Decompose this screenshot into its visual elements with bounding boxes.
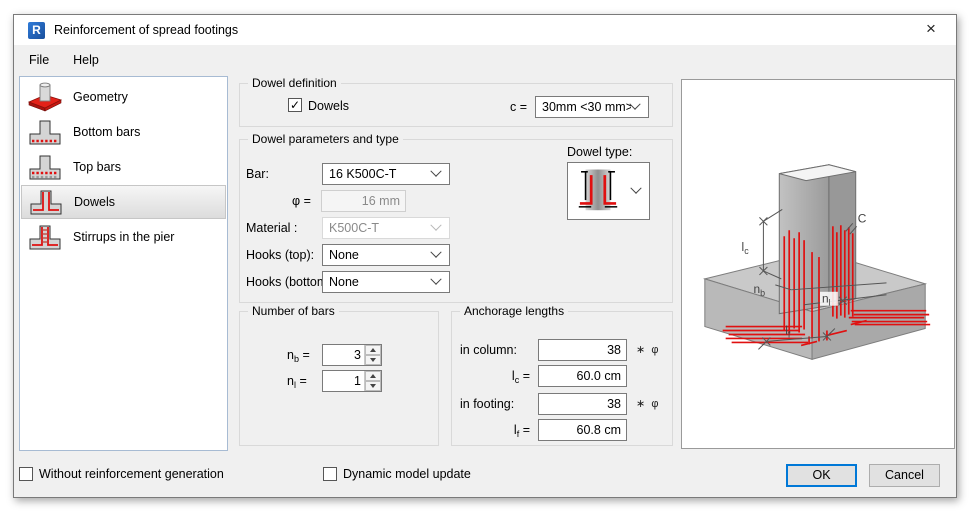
chevron-down-icon xyxy=(629,98,641,110)
group-number-of-bars: Number of bars nb = 3 nl = 1 xyxy=(239,304,439,446)
group-title: Anchorage lengths xyxy=(460,304,569,318)
chevron-down-icon xyxy=(430,165,442,177)
hooks-bottom-select[interactable]: None xyxy=(322,271,450,293)
cancel-button[interactable]: Cancel xyxy=(869,464,940,487)
sidebar-item-label: Geometry xyxy=(73,90,128,104)
chevron-down-icon xyxy=(430,246,442,258)
sidebar-item-stirrups[interactable]: Stirrups in the pier xyxy=(21,220,226,254)
group-dowel-definition: Dowel definition ✓ Dowels c = 30mm <30 m… xyxy=(239,76,673,127)
menu-file[interactable]: File xyxy=(20,48,58,72)
menu-help[interactable]: Help xyxy=(64,48,108,72)
dowel-type-select[interactable] xyxy=(567,162,650,220)
lf-field[interactable]: 60.8 cm xyxy=(538,419,627,441)
footing-preview-panel: lc C nb nl lf xyxy=(681,79,955,449)
hooks-top-value: None xyxy=(329,248,359,262)
chevron-down-icon xyxy=(430,219,442,231)
cover-select[interactable]: 30mm <30 mm> xyxy=(535,96,649,118)
material-select-value: K500C-T xyxy=(329,221,380,235)
dowels-icon xyxy=(30,190,62,215)
chevron-down-icon xyxy=(430,273,442,285)
lf-label: lf = xyxy=(513,423,530,439)
sidebar-item-geometry[interactable]: Geometry xyxy=(21,80,226,114)
without-reinforcement-checkbox[interactable] xyxy=(19,467,33,481)
dowels-checkbox-label: Dowels xyxy=(308,99,349,113)
nl-label: nl = xyxy=(287,374,307,390)
phi-label: φ = xyxy=(292,194,311,208)
hooks-bottom-value: None xyxy=(329,275,359,289)
c-dim-label: C xyxy=(858,211,867,225)
material-select: K500C-T xyxy=(322,217,450,239)
geometry-icon xyxy=(27,82,63,112)
close-icon[interactable]: × xyxy=(920,18,942,40)
category-list: Geometry Bottom bars Top bars Dowels Sti… xyxy=(19,76,228,451)
bar-select[interactable]: 16 K500C-T xyxy=(322,163,450,185)
ok-button[interactable]: OK xyxy=(786,464,857,487)
dynamic-model-update-label: Dynamic model update xyxy=(343,467,471,481)
material-label: Material : xyxy=(246,221,298,235)
nl-increment-button[interactable] xyxy=(365,371,381,381)
cover-select-value: 30mm <30 mm> xyxy=(542,100,631,114)
dowel-type-icon xyxy=(578,169,618,211)
in-column-field[interactable]: 38 xyxy=(538,339,627,361)
nl-spinner[interactable]: 1 xyxy=(322,370,382,392)
diameter-field: 16 mm xyxy=(321,190,406,212)
lc-dim-label: lc xyxy=(742,240,750,256)
sidebar-item-dowels[interactable]: Dowels xyxy=(21,185,226,219)
bar-label: Bar: xyxy=(246,167,269,181)
group-title: Dowel definition xyxy=(248,76,341,90)
nb-decrement-button[interactable] xyxy=(365,355,381,365)
dynamic-model-update-checkbox[interactable] xyxy=(323,467,337,481)
nl-decrement-button[interactable] xyxy=(365,381,381,391)
without-reinforcement-label: Without reinforcement generation xyxy=(39,467,224,481)
sidebar-item-top-bars[interactable]: Top bars xyxy=(21,150,226,184)
nb-spinner[interactable]: 3 xyxy=(322,344,382,366)
group-title: Number of bars xyxy=(248,304,339,318)
hooks-top-select[interactable]: None xyxy=(322,244,450,266)
nl-value: 1 xyxy=(354,374,361,388)
title-bar: R Reinforcement of spread footings × xyxy=(14,15,956,45)
times-phi-suffix: ∗ φ xyxy=(636,344,659,356)
lc-field[interactable]: 60.0 cm xyxy=(538,365,627,387)
in-footing-label: in footing: xyxy=(460,397,515,411)
sidebar-item-label: Stirrups in the pier xyxy=(73,230,175,244)
window-title: Reinforcement of spread footings xyxy=(54,23,239,37)
bar-select-value: 16 K500C-T xyxy=(329,167,397,181)
dowels-checkbox[interactable]: ✓ xyxy=(288,98,302,112)
sidebar-item-label: Bottom bars xyxy=(73,125,141,139)
robot-app-icon: R xyxy=(28,21,45,39)
screen: R Reinforcement of spread footings × Fil… xyxy=(0,0,970,515)
nb-value: 3 xyxy=(354,348,361,362)
nb-increment-button[interactable] xyxy=(365,345,381,355)
reinforcement-dialog: R Reinforcement of spread footings × Fil… xyxy=(13,14,957,498)
sidebar-item-bottom-bars[interactable]: Bottom bars xyxy=(21,115,226,149)
top-bars-icon xyxy=(29,155,61,180)
sidebar-item-label: Top bars xyxy=(73,160,121,174)
menu-bar: File Help xyxy=(14,45,956,75)
footing-3d-preview: lc C nb nl lf xyxy=(702,164,931,360)
lc-label: lc = xyxy=(511,369,530,385)
c-label: c = xyxy=(510,100,528,114)
chevron-down-icon xyxy=(630,182,642,194)
in-footing-field[interactable]: 38 xyxy=(538,393,627,415)
hooks-top-label: Hooks (top): xyxy=(246,248,315,262)
nb-label: nb = xyxy=(287,348,310,364)
in-column-label: in column: xyxy=(460,343,517,357)
stirrups-icon xyxy=(29,225,61,250)
group-anchorage-lengths: Anchorage lengths in column: 38 ∗ φ lc =… xyxy=(451,304,673,446)
sidebar-item-label: Dowels xyxy=(74,195,115,209)
dowel-type-label: Dowel type: xyxy=(567,145,633,159)
bottom-bars-icon xyxy=(29,120,61,145)
times-phi-suffix: ∗ φ xyxy=(636,398,659,410)
group-dowel-parameters: Dowel parameters and type Bar: 16 K500C-… xyxy=(239,132,673,303)
group-title: Dowel parameters and type xyxy=(248,132,403,146)
